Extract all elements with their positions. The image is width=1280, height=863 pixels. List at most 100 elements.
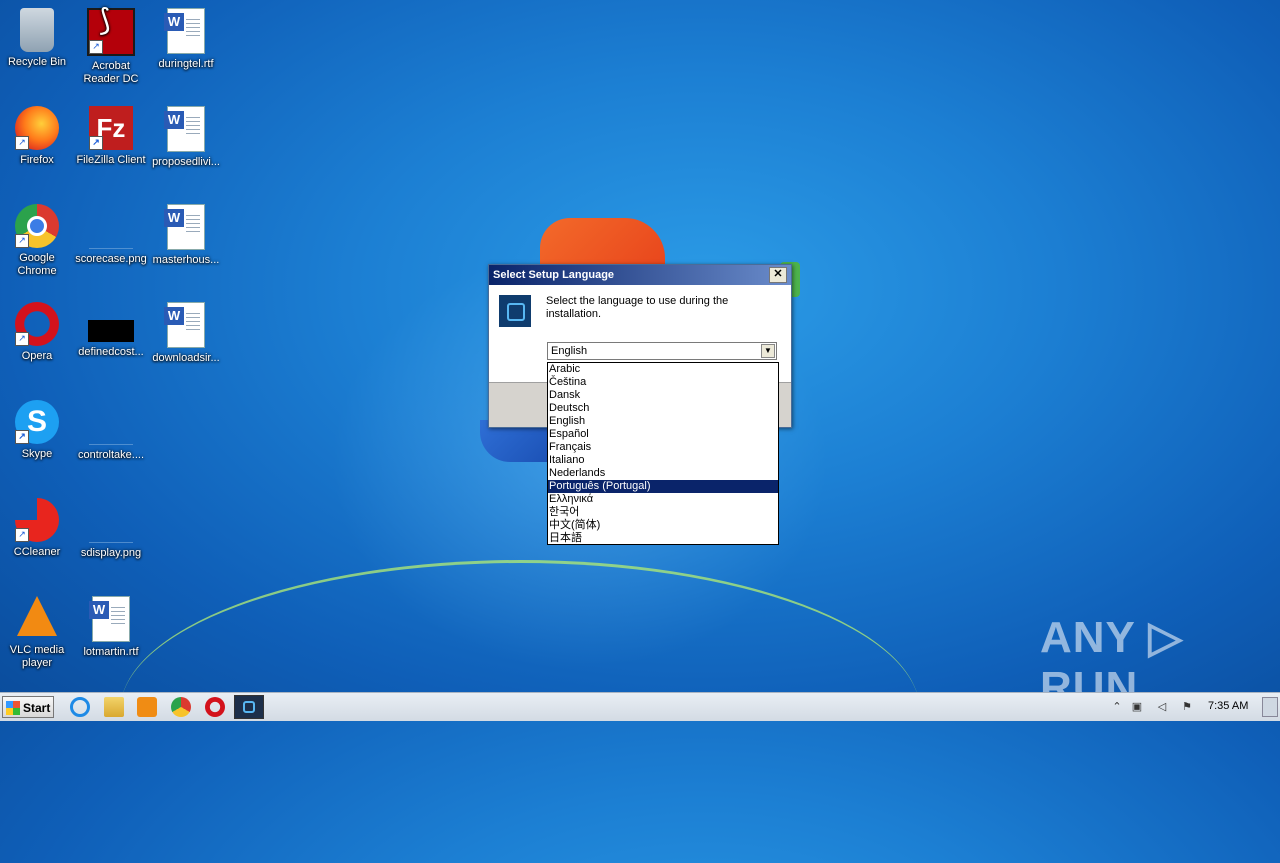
network-icon[interactable]: ▣ — [1130, 700, 1144, 714]
shortcut-arrow-icon: ↗ — [15, 136, 29, 150]
media-player-icon[interactable] — [137, 697, 157, 717]
language-dropdown-list: Arabic Čeština Dansk Deutsch English Esp… — [547, 362, 779, 545]
desktop-icon-label: Opera — [21, 350, 53, 362]
word-document-icon — [164, 106, 205, 152]
skype-icon: S ↗ — [15, 400, 59, 444]
desktop-icon-controltake[interactable]: controltake.... — [74, 400, 148, 462]
start-label: Start — [23, 701, 51, 715]
chrome-taskbar-icon[interactable] — [171, 697, 191, 717]
desktop-icon-filezilla[interactable]: Fz ↗ FileZilla Client — [74, 106, 148, 167]
desktop-icon-lotmartin[interactable]: lotmartin.rtf — [74, 596, 148, 659]
language-option[interactable]: Italiano — [548, 454, 778, 467]
desktop-icon-duringtel[interactable]: duringtel.rtf — [149, 8, 223, 71]
desktop-icon-definedcost[interactable]: definedcost... — [74, 302, 148, 359]
shortcut-arrow-icon: ↗ — [15, 528, 29, 542]
language-option[interactable]: 한국어 — [548, 506, 778, 519]
language-option[interactable]: Ελληνικά — [548, 493, 778, 506]
desktop-icon-label: VLC media player — [9, 644, 65, 669]
shortcut-arrow-icon: ↗ — [15, 234, 29, 248]
language-option[interactable]: Français — [548, 441, 778, 454]
shortcut-arrow-icon: ↗ — [89, 40, 103, 54]
language-select[interactable]: English ▼ — [547, 342, 777, 360]
desktop-icon-proposedlivi[interactable]: proposedlivi... — [149, 106, 223, 169]
language-option[interactable]: Español — [548, 428, 778, 441]
desktop-icon-label: masterhous... — [152, 254, 220, 266]
vlc-icon — [17, 596, 57, 636]
chrome-icon: ↗ — [15, 204, 59, 248]
language-option[interactable]: English — [548, 415, 778, 428]
chevron-down-icon[interactable]: ▼ — [761, 344, 775, 358]
language-option[interactable]: Nederlands — [548, 467, 778, 480]
shortcut-arrow-icon: ↗ — [15, 332, 29, 346]
word-document-icon — [164, 302, 205, 348]
ccleaner-icon: ↗ — [15, 498, 59, 542]
image-file-icon — [89, 400, 133, 445]
word-document-icon — [164, 204, 205, 250]
opera-taskbar-icon[interactable] — [205, 697, 225, 717]
desktop-icon-opera[interactable]: ↗ Opera — [0, 302, 74, 363]
language-select-value: English — [551, 345, 588, 357]
desktop-icon-label: Acrobat Reader DC — [83, 60, 139, 85]
firefox-icon: ↗ — [15, 106, 59, 150]
desktop-icon-label: CCleaner — [13, 546, 61, 558]
dialog-message: Select the language to use during the in… — [546, 295, 729, 320]
desktop-icon-label: scorecase.png — [75, 253, 147, 265]
desktop-icon-label: FileZilla Client — [76, 154, 146, 166]
desktop-icon-skype[interactable]: S ↗ Skype — [0, 400, 74, 461]
dialog-title-bar[interactable]: Select Setup Language ✕ — [489, 265, 791, 285]
shortcut-arrow-icon: ↗ — [15, 430, 29, 444]
language-option[interactable]: 中文(简体) — [548, 519, 778, 532]
image-file-icon — [89, 204, 133, 249]
desktop-icon-label: Recycle Bin — [7, 56, 67, 68]
flag-icon[interactable]: ⚑ — [1180, 700, 1194, 714]
word-document-icon — [164, 8, 205, 54]
show-desktop-button[interactable] — [1262, 697, 1278, 717]
dialog-title: Select Setup Language — [493, 269, 615, 281]
desktop-icon-label: proposedlivi... — [152, 156, 220, 168]
volume-icon[interactable]: ◁ — [1155, 700, 1169, 714]
close-icon[interactable]: ✕ — [769, 267, 787, 283]
opera-icon: ↗ — [15, 302, 59, 346]
recycle-bin-icon — [20, 8, 54, 52]
desktop-icon-label: controltake.... — [77, 449, 145, 461]
windows-logo-icon — [6, 701, 20, 715]
chevron-up-icon[interactable]: ⌃ — [1110, 700, 1124, 714]
desktop-icon-acrobat[interactable]: ↗ Acrobat Reader DC — [74, 8, 148, 86]
file-explorer-icon[interactable] — [104, 697, 124, 717]
image-file-icon — [89, 498, 133, 543]
desktop-icon-chrome[interactable]: ↗ Google Chrome — [0, 204, 74, 278]
internet-explorer-icon[interactable] — [70, 697, 90, 717]
language-option[interactable]: Arabic — [548, 363, 778, 376]
shortcut-arrow-icon: ↗ — [89, 136, 103, 150]
desktop-icon-label: downloadsir... — [152, 352, 220, 364]
clock[interactable]: 7:35 AM — [1208, 700, 1248, 712]
desktop-icon-scorecase[interactable]: scorecase.png — [74, 204, 148, 266]
taskbar: Start ⌃ ▣ ◁ ⚑ 7:35 AM — [0, 692, 1280, 721]
desktop-icon-firefox[interactable]: ↗ Firefox — [0, 106, 74, 167]
language-option[interactable]: 日本語 — [548, 532, 778, 545]
start-button[interactable]: Start — [2, 696, 54, 718]
desktop-icon-vlc[interactable]: VLC media player — [0, 596, 74, 670]
desktop-icon-ccleaner[interactable]: ↗ CCleaner — [0, 498, 74, 559]
desktop-icon-label: sdisplay.png — [80, 547, 142, 559]
desktop-icon-label: Google Chrome — [17, 252, 57, 277]
language-option[interactable]: Deutsch — [548, 402, 778, 415]
desktop-icon-label: lotmartin.rtf — [83, 646, 139, 658]
language-option[interactable]: Dansk — [548, 389, 778, 402]
language-option[interactable]: Čeština — [548, 376, 778, 389]
setup-taskbar-button[interactable] — [234, 695, 264, 719]
acrobat-icon: ↗ — [87, 8, 135, 56]
language-option-highlighted[interactable]: Português (Portugal) — [548, 480, 778, 493]
desktop-icon-label: Skype — [21, 448, 53, 460]
word-document-icon — [89, 596, 130, 642]
desktop-icon-sdisplay[interactable]: sdisplay.png — [74, 498, 148, 560]
desktop-icon-downloadsir[interactable]: downloadsir... — [149, 302, 223, 365]
desktop-icon-recycle-bin[interactable]: Recycle Bin — [0, 8, 74, 69]
desktop-icon-label: Firefox — [20, 154, 54, 166]
filezilla-icon: Fz ↗ — [89, 106, 133, 150]
desktop-icon-label: definedcost... — [78, 346, 144, 358]
image-file-icon — [88, 320, 134, 342]
desktop-icon-label: duringtel.rtf — [158, 58, 214, 70]
setup-logo-icon — [499, 295, 531, 327]
desktop-icon-masterhous[interactable]: masterhous... — [149, 204, 223, 267]
